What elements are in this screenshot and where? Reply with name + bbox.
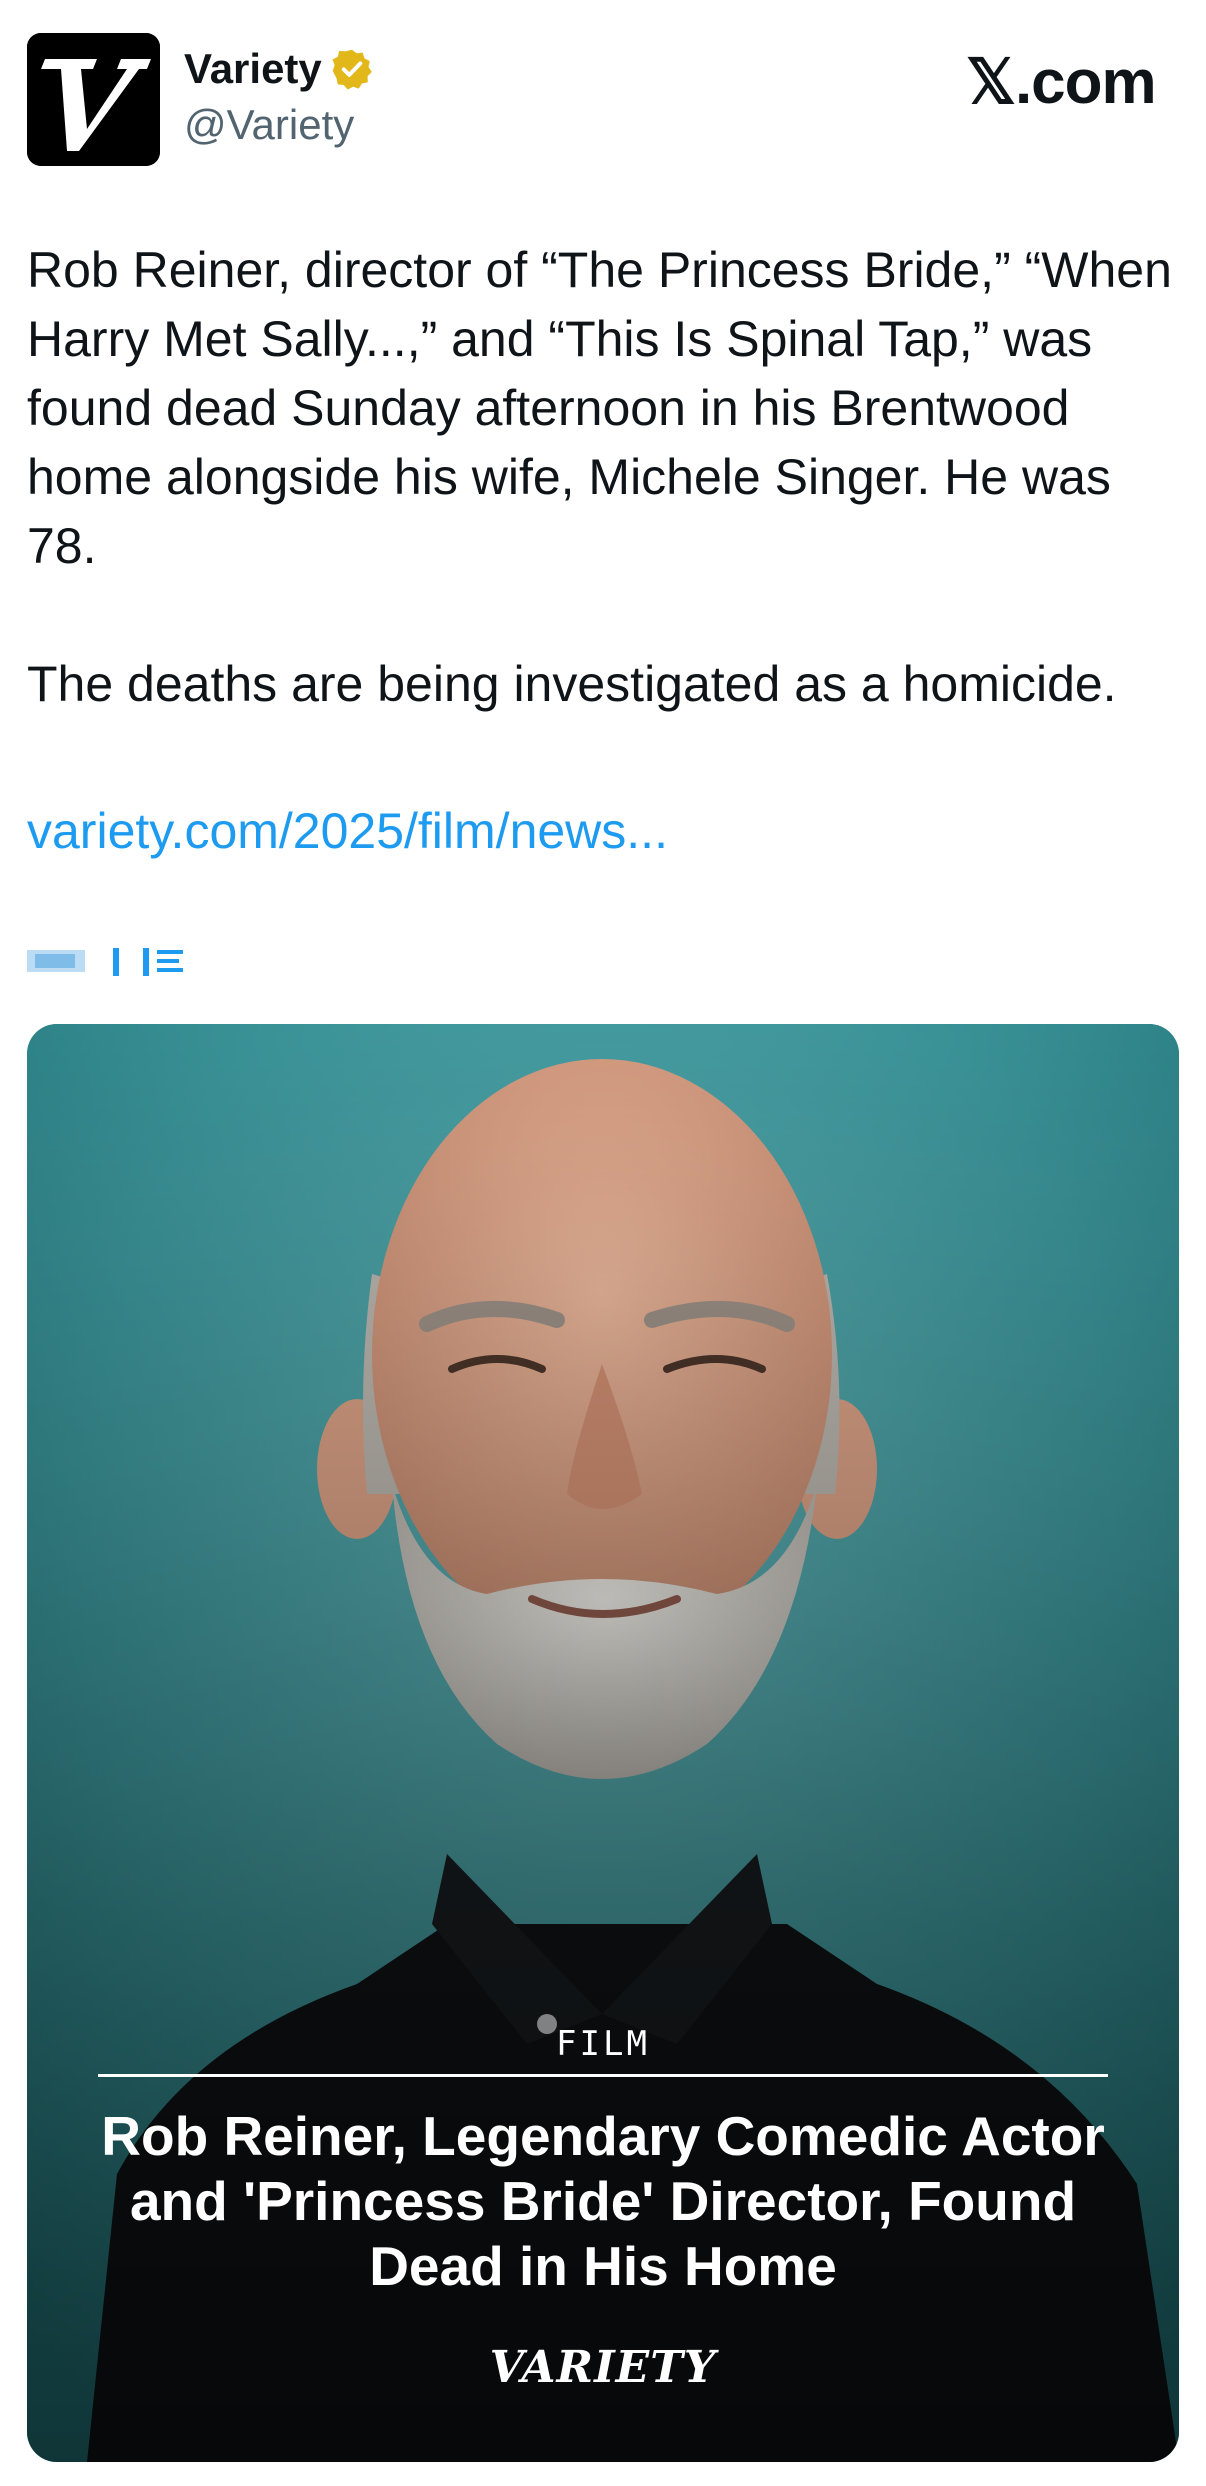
tweet-paragraph-1: Rob Reiner, director of “The Princess Br…: [27, 242, 1172, 574]
account-handle[interactable]: @Variety: [184, 100, 354, 150]
translate-icon[interactable]: [27, 944, 183, 978]
avatar[interactable]: [27, 33, 160, 166]
x-com-brand: 𝕏.com: [966, 48, 1157, 117]
card-divider: [98, 2074, 1108, 2077]
article-link[interactable]: variety.com/2025/film/news...: [27, 797, 668, 866]
tweet-text: Rob Reiner, director of “The Princess Br…: [27, 236, 1177, 719]
variety-logo-icon: [27, 33, 160, 166]
variety-wordmark-logo: VARIETY: [489, 2342, 717, 2393]
display-name-text: Variety: [184, 45, 322, 92]
card-category: FILM: [556, 2024, 650, 2064]
account-display-name[interactable]: Variety: [184, 44, 374, 94]
card-headline: Rob Reiner, Legendary Comedic Actor and …: [101, 2105, 1105, 2297]
verified-badge-icon: [332, 49, 372, 90]
tweet-paragraph-2: The deaths are being investigated as a h…: [27, 656, 1117, 712]
article-card[interactable]: FILM Rob Reiner, Legendary Comedic Actor…: [27, 1024, 1179, 2462]
